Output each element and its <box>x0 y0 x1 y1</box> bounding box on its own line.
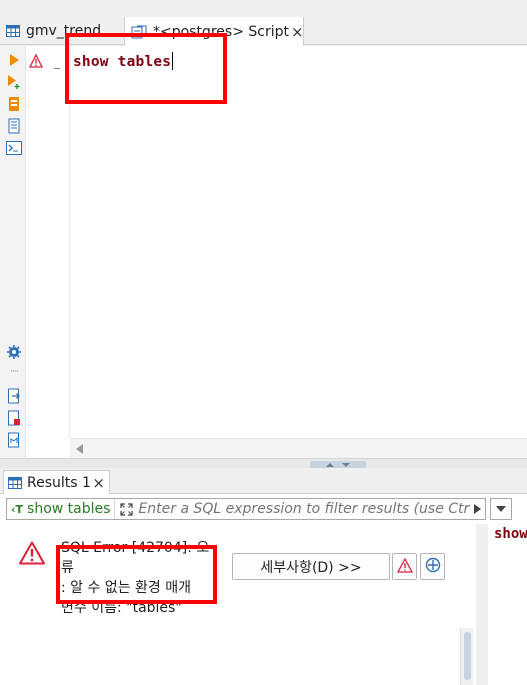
text-caret <box>172 52 174 70</box>
save-script-icon[interactable] <box>6 410 22 426</box>
error-panel: SQL Error [42704]: 오류 : 알 수 없는 환경 매개 변수 … <box>4 524 473 685</box>
error-message: SQL Error [42704]: 오류 : 알 수 없는 환경 매개 변수 … <box>61 538 221 618</box>
filter-input[interactable] <box>138 499 470 519</box>
tab-results-1-label: Results 1 <box>27 474 91 491</box>
maximize-editor-icon[interactable] <box>326 462 334 467</box>
settings-icon[interactable] <box>6 344 22 360</box>
sql-script-icon <box>131 25 147 39</box>
scrollbar-thumb[interactable] <box>464 632 471 680</box>
terminal-icon[interactable] <box>6 140 22 156</box>
results-side-divider[interactable] <box>476 524 488 685</box>
explain-plan-icon[interactable] <box>6 96 22 112</box>
execution-log-button[interactable] <box>420 553 445 580</box>
filter-history-dropdown[interactable] <box>490 498 512 520</box>
table-icon <box>6 25 20 37</box>
editor-horizontal-scrollbar[interactable] <box>70 438 527 458</box>
expand-icon[interactable] <box>120 502 134 516</box>
sql-query-icon: ‹T <box>11 502 24 516</box>
results-grid-icon <box>8 476 22 489</box>
tab-gmv-trend-label: gmv_trend <box>26 23 102 39</box>
active-query-chip[interactable]: ‹T show tables <box>7 499 116 519</box>
close-icon[interactable]: × <box>92 474 105 492</box>
tab-postgres-script-label: *<postgres> Script <box>153 23 289 40</box>
apply-filter-icon[interactable] <box>474 504 481 514</box>
details-button[interactable]: 세부사항(D) >> <box>232 553 390 580</box>
load-script-icon[interactable] <box>6 388 22 404</box>
active-query-label: show tables <box>27 501 111 517</box>
filter-field: ‹T show tables <box>6 498 486 520</box>
panel-splitter[interactable] <box>0 458 527 468</box>
error-icon <box>19 541 45 565</box>
warning-icon <box>396 557 413 576</box>
show-error-log-button[interactable] <box>392 553 417 580</box>
results-vertical-scrollbar[interactable] <box>460 628 473 685</box>
results-side-panel: show <box>488 524 527 685</box>
tab-postgres-script[interactable]: *<postgres> Script × <box>124 17 304 46</box>
maximize-results-icon[interactable] <box>342 462 350 467</box>
scroll-left-icon[interactable] <box>76 444 83 454</box>
tab-results-1[interactable]: Results 1 × <box>3 470 110 494</box>
sql-code-line[interactable]: show tables <box>73 52 174 70</box>
tab-gmv-trend[interactable]: gmv_trend <box>0 17 124 45</box>
side-query-preview: show <box>494 526 527 542</box>
splitter-handle[interactable] <box>310 461 366 468</box>
warning-icon <box>28 53 44 68</box>
error-message-line: SQL Error [42704]: 오류 <box>61 540 210 576</box>
sql-code-text: show tables <box>73 54 172 70</box>
editor-tab-strip: gmv_trend *<postgres> Script × <box>0 17 527 46</box>
error-message-line: 변수 이름: "tables" <box>61 600 182 616</box>
error-message-line: : 알 수 없는 환경 매개 <box>61 580 192 596</box>
run-statement-icon[interactable] <box>6 52 22 68</box>
dbeaver-window: gmv_trend *<postgres> Script × ···· show… <box>0 0 527 685</box>
open-result-icon[interactable] <box>6 118 22 134</box>
results-tab-bar: Results 1 × <box>0 468 527 494</box>
editor-gutter <box>26 46 70 438</box>
run-script-icon[interactable] <box>6 74 22 90</box>
results-body: SQL Error [42704]: 오류 : 알 수 없는 환경 매개 변수 … <box>0 524 527 685</box>
editor-left-toolbar: ···· <box>0 46 26 458</box>
navigate-icon <box>425 557 441 576</box>
more-tools-label[interactable]: ···· <box>6 364 22 380</box>
chevron-down-icon <box>496 506 506 512</box>
results-filter-bar: ‹T show tables <box>0 494 527 524</box>
close-icon[interactable]: × <box>289 23 303 41</box>
sql-editor: ···· show tables <box>0 46 527 458</box>
line-marker <box>54 59 60 69</box>
export-icon[interactable] <box>6 432 22 448</box>
